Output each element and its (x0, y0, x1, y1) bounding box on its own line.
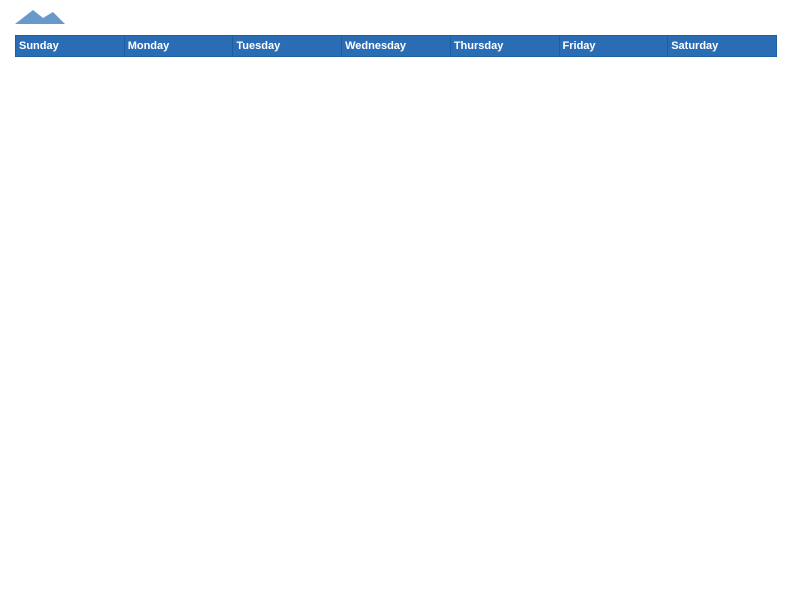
col-header-monday: Monday (124, 36, 233, 57)
logo-icon (15, 10, 65, 24)
col-header-friday: Friday (559, 36, 668, 57)
page: SundayMondayTuesdayWednesdayThursdayFrid… (0, 0, 792, 612)
calendar-table: SundayMondayTuesdayWednesdayThursdayFrid… (15, 35, 777, 602)
col-header-sunday: Sunday (16, 36, 125, 57)
header (15, 10, 777, 29)
calendar-header-row: SundayMondayTuesdayWednesdayThursdayFrid… (16, 36, 777, 57)
col-header-saturday: Saturday (668, 36, 777, 57)
col-header-wednesday: Wednesday (342, 36, 451, 57)
col-header-thursday: Thursday (450, 36, 559, 57)
col-header-tuesday: Tuesday (233, 36, 342, 57)
logo (15, 10, 65, 29)
